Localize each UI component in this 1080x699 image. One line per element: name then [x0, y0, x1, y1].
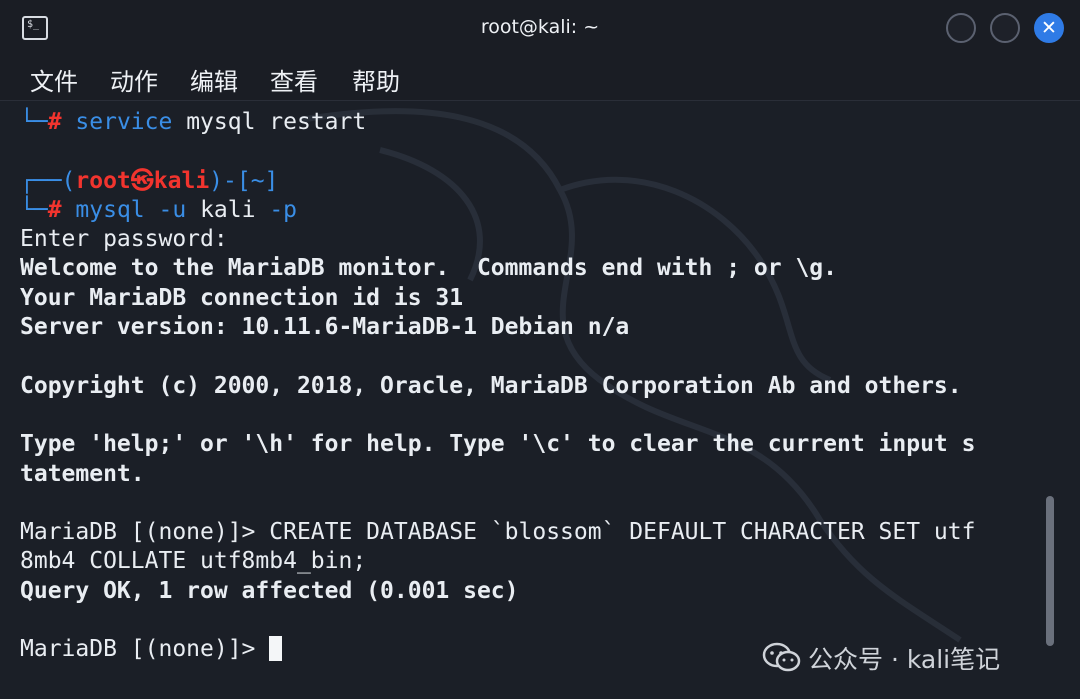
title-bar: $_ root@kali: ~ ✕ — [0, 0, 1080, 58]
menu-item-view[interactable]: 查看 — [270, 62, 318, 97]
terminal-line: Query OK, 1 row affected (0.001 sec) — [20, 577, 519, 604]
wechat-label: 公众号 · kali笔记 — [808, 645, 1001, 674]
terminal-line: Type 'help;' or '\h' for help. Type '\c'… — [20, 431, 976, 458]
terminal-prompt-line: ┌──(root㉿kali)-[~] — [20, 167, 1050, 196]
menu-item-file[interactable]: 文件 — [30, 62, 78, 97]
minimize-button[interactable] — [946, 13, 976, 43]
wechat-watermark: 公众号 · kali笔记 — [762, 640, 1000, 674]
terminal-line: 8mb4 COLLATE utf8mb4_bin; — [20, 548, 367, 575]
prompt-hash: # — [47, 196, 62, 223]
prompt-hash: # — [47, 109, 62, 135]
mariadb-prompt: MariaDB [(none)]> — [20, 636, 270, 663]
command-flag: -p — [269, 196, 298, 223]
prompt-skull-icon: ㉿ — [130, 167, 154, 194]
command-args: kali — [186, 196, 270, 223]
terminal-output[interactable]: └─# service mysql restart ┌──(root㉿kali)… — [20, 108, 1050, 665]
command-name: service — [75, 109, 173, 135]
prompt-box-top: ┌──( — [20, 167, 76, 194]
terminal-line: Server version: 10.11.6-MariaDB-1 Debian… — [20, 314, 630, 341]
window-title: root@kali: ~ — [480, 16, 600, 38]
close-button[interactable]: ✕ — [1034, 13, 1064, 43]
terminal-window: $_ root@kali: ~ ✕ 文件 动作 编辑 查看 帮助 └─# ser… — [0, 0, 1080, 699]
maximize-button[interactable] — [990, 13, 1020, 43]
prompt-dir: )-[~] — [209, 167, 279, 194]
terminal-line: Welcome to the MariaDB monitor. Commands… — [20, 255, 837, 282]
scrollbar-thumb[interactable] — [1046, 496, 1054, 646]
command-args: mysql restart — [172, 109, 367, 135]
terminal-line: └─# service mysql restart — [20, 108, 1050, 137]
menu-item-edit[interactable]: 编辑 — [190, 62, 238, 97]
prompt-box-bottom: └─ — [20, 196, 48, 223]
prompt-user: root — [75, 167, 131, 194]
terminal-line: Your MariaDB connection id is 31 — [20, 284, 464, 311]
prompt-box-bottom: └─ — [20, 109, 48, 135]
menu-bar: 文件 动作 编辑 查看 帮助 — [0, 58, 1080, 101]
command-name: mysql — [75, 196, 145, 223]
prompt-host: kali — [153, 167, 210, 194]
wechat-icon — [762, 642, 802, 674]
text-cursor — [269, 636, 283, 662]
terminal-line: MariaDB [(none)]> CREATE DATABASE `bloss… — [20, 519, 976, 546]
command-flag: -u — [158, 196, 187, 223]
terminal-line: Copyright (c) 2000, 2018, Oracle, MariaD… — [20, 372, 962, 399]
menu-item-help[interactable]: 帮助 — [352, 62, 400, 97]
menu-item-actions[interactable]: 动作 — [110, 62, 158, 97]
terminal-line: Enter password: — [20, 226, 228, 253]
terminal-line: tatement. — [20, 460, 145, 487]
terminal-line: └─# mysql -u kali -p — [20, 196, 1050, 225]
close-icon: ✕ — [1041, 17, 1057, 39]
